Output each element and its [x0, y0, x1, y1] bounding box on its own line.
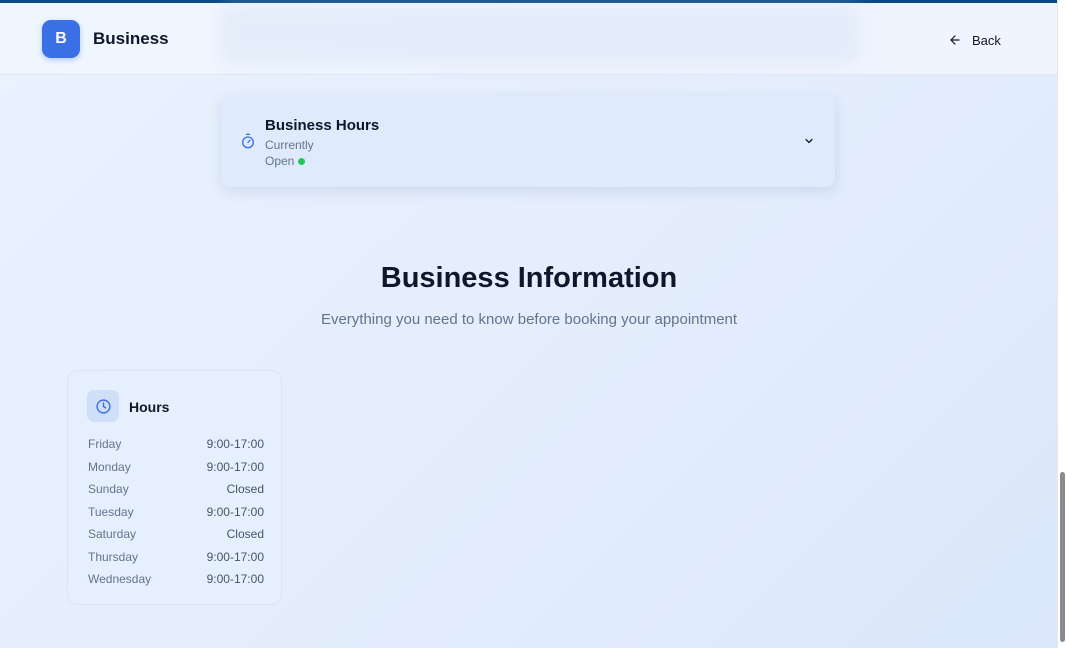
- day-label: Monday: [88, 459, 131, 474]
- hours-row: Sunday Closed: [88, 478, 264, 501]
- status-dot: [298, 157, 306, 165]
- time-value: Closed: [226, 482, 264, 497]
- hours-list: Friday 9:00-17:00 Monday 9:00-17:00 Sund…: [88, 433, 264, 591]
- hours-title: Hours: [129, 399, 170, 415]
- logo[interactable]: B: [42, 20, 80, 58]
- day-label: Wednesday: [88, 572, 152, 587]
- arrow-left-icon: [950, 35, 960, 45]
- day-label: Sunday: [88, 482, 129, 497]
- status-label: Open: [265, 154, 295, 168]
- section-title: Business Information: [380, 262, 678, 294]
- time-value: 9:00-17:00: [206, 459, 264, 474]
- header-blur: [220, 5, 860, 65]
- time-value: 9:00-17:00: [206, 504, 264, 519]
- day-label: Friday: [88, 437, 122, 452]
- brand-name[interactable]: Business: [93, 29, 169, 49]
- hours-row: Thursday 9:00-17:00: [88, 546, 264, 569]
- time-value: 9:00-17:00: [206, 437, 264, 452]
- scrollbar-thumb[interactable]: [1060, 472, 1065, 642]
- status-prefix: Currently: [265, 138, 314, 152]
- day-label: Saturday: [88, 527, 137, 542]
- time-value: 9:00-17:00: [206, 549, 264, 564]
- stopwatch-icon: [242, 133, 254, 149]
- hours-card: Hours Friday 9:00-17:00 Monday 9:00-17:0…: [67, 370, 282, 605]
- logo-letter: B: [55, 30, 67, 47]
- time-value: Closed: [226, 527, 264, 542]
- time-value: 9:00-17:00: [206, 572, 264, 587]
- day-label: Thursday: [88, 549, 139, 564]
- chevron-down-icon[interactable]: [803, 135, 815, 147]
- hours-row: Saturday Closed: [88, 523, 264, 546]
- clock-icon: [95, 398, 111, 414]
- hours-row: Friday 9:00-17:00: [88, 433, 264, 456]
- back-label: Back: [972, 32, 1001, 48]
- hours-row: Wednesday 9:00-17:00: [88, 568, 264, 591]
- hours-row: Monday 9:00-17:00: [88, 456, 264, 479]
- day-label: Tuesday: [88, 504, 134, 519]
- scrollbar-track[interactable]: [1057, 0, 1066, 648]
- status-text: Open: [265, 154, 306, 168]
- back-button[interactable]: Back: [948, 29, 1001, 51]
- header: B Business Back: [0, 3, 1058, 75]
- clock-icon-box: [87, 390, 119, 422]
- business-hours-dropdown[interactable]: Business Hours Currently Open: [221, 96, 835, 187]
- hours-row: Tuesday 9:00-17:00: [88, 501, 264, 524]
- business-hours-title: Business Hours: [265, 117, 380, 134]
- section-subtitle: Everything you need to know before booki…: [320, 311, 738, 328]
